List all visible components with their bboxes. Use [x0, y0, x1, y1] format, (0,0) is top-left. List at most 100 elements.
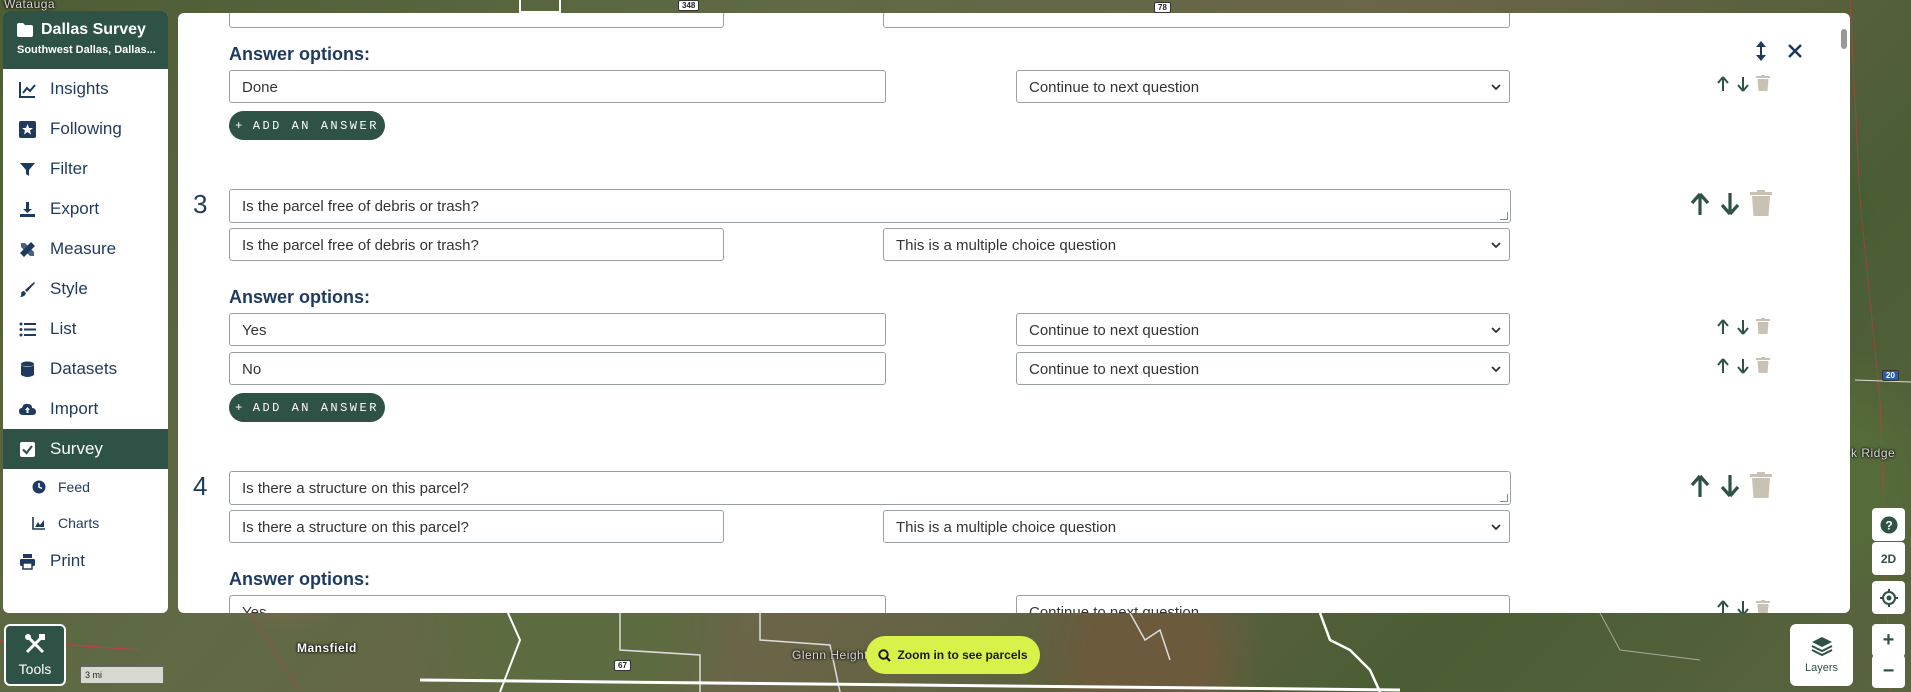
clock-icon [32, 480, 46, 494]
answer-options-heading: Answer options: [229, 287, 371, 307]
database-icon [21, 361, 34, 377]
survey-editor-content[interactable]: Answer options: Done Continue to next qu… [178, 13, 1850, 613]
sidebar-header[interactable]: Dallas Survey Southwest Dallas, Dallas..… [3, 11, 168, 69]
area-chart-icon [32, 517, 45, 530]
view-mode-button[interactable]: 2D [1872, 542, 1905, 575]
map-label-watauga: Watauga [4, 0, 56, 11]
answer-action-select[interactable]: Continue to next question [1016, 313, 1510, 346]
sidebar-item-label: Filter [50, 159, 88, 178]
zoom-in-button[interactable]: + [1872, 624, 1905, 657]
move-question-up-icon[interactable] [1689, 190, 1711, 218]
answer-action-select[interactable]: Continue to next question [1016, 70, 1510, 103]
delete-question-icon[interactable] [1749, 470, 1773, 500]
sidebar-subitem-label: Feed [58, 479, 90, 495]
move-answer-down-icon[interactable] [1736, 356, 1750, 376]
sidebar-item-export[interactable]: Export [3, 189, 168, 229]
chevron-down-icon [1491, 327, 1501, 334]
question-text-value: Is there a structure on this parcel? [242, 480, 469, 497]
tools-icon [25, 634, 45, 654]
map-label-ridge: k Ridge [1851, 446, 1896, 460]
sidebar-item-following[interactable]: Following [3, 109, 168, 149]
sidebar-item-filter[interactable]: Filter [3, 149, 168, 189]
move-question-down-icon[interactable] [1719, 190, 1741, 218]
tools-button[interactable]: Tools [4, 624, 66, 686]
chart-line-icon [19, 81, 36, 98]
locate-button[interactable] [1872, 581, 1905, 614]
route-shield: 78 [1154, 2, 1171, 13]
route-shield: 20 [1882, 370, 1899, 381]
star-icon [19, 120, 36, 138]
chevron-down-icon [1491, 84, 1501, 91]
move-answer-down-icon[interactable] [1736, 317, 1750, 337]
layers-label: Layers [1804, 662, 1839, 674]
sidebar-subitem-feed[interactable]: Feed [3, 469, 168, 505]
answer-text-input[interactable]: Done [229, 70, 886, 103]
delete-answer-icon[interactable] [1755, 73, 1771, 93]
question-text-textarea[interactable]: Is the parcel free of debris or trash? [229, 189, 1511, 223]
answer-text-input[interactable]: No [229, 352, 886, 385]
sidebar-item-style[interactable]: Style [3, 269, 168, 309]
zoom-out-button[interactable]: − [1872, 655, 1905, 688]
move-question-up-icon[interactable] [1689, 472, 1711, 500]
add-answer-label: ADD AN ANSWER [252, 118, 379, 133]
sidebar-item-list[interactable]: List [3, 309, 168, 349]
add-answer-button[interactable]: + ADD AN ANSWER [229, 111, 385, 140]
move-answer-up-icon[interactable] [1716, 74, 1730, 94]
question-text-textarea[interactable]: Is there a structure on this parcel? [229, 471, 1511, 505]
panel-scrollbar[interactable] [1841, 29, 1847, 49]
survey-subtitle: Southwest Dallas, Dallas... [17, 44, 156, 56]
add-answer-button[interactable]: + ADD AN ANSWER [229, 393, 385, 422]
sidebar-item-datasets[interactable]: Datasets [3, 349, 168, 389]
answer-text-input[interactable]: Yes [229, 595, 886, 613]
chevron-down-icon [1491, 524, 1501, 531]
delete-answer-icon[interactable] [1755, 355, 1771, 375]
sidebar-item-label: List [50, 319, 77, 338]
layers-button[interactable]: Layers [1790, 624, 1853, 686]
answer-action-value: Continue to next question [1029, 322, 1200, 339]
move-answer-up-icon[interactable] [1716, 598, 1730, 613]
resize-vertical-icon[interactable] [1751, 39, 1771, 63]
sidebar-item-label: Style [50, 279, 88, 298]
answer-options-heading: Answer options: [229, 569, 371, 589]
answer-text-input[interactable]: Yes [229, 313, 886, 346]
move-question-down-icon[interactable] [1719, 472, 1741, 500]
sidebar-item-label: Measure [50, 239, 117, 258]
sidebar-item-survey[interactable]: Survey [3, 429, 168, 469]
svg-text:?: ? [1885, 518, 1892, 532]
sidebar: Dallas Survey Southwest Dallas, Dallas..… [3, 11, 168, 613]
question-type-select[interactable]: This is a multiple choice question [883, 228, 1510, 261]
delete-question-icon[interactable] [1749, 188, 1773, 218]
zoom-to-see-parcels-button[interactable]: Zoom in to see parcels [866, 636, 1040, 674]
sidebar-item-insights[interactable]: Insights [3, 69, 168, 109]
sidebar-item-label: Datasets [50, 359, 118, 378]
sidebar-item-measure[interactable]: Measure [3, 229, 168, 269]
question-short-text-input[interactable]: Is there a structure on this parcel? [229, 510, 724, 543]
move-answer-down-icon[interactable] [1736, 74, 1750, 94]
crosshair-icon [1879, 588, 1898, 607]
delete-answer-icon[interactable] [1755, 316, 1771, 336]
resize-grip-icon[interactable] [1500, 494, 1508, 502]
move-answer-down-icon[interactable] [1736, 598, 1750, 613]
cloud-upload-icon [19, 403, 36, 415]
question-number: 4 [193, 471, 208, 501]
map-label-glenn-heights: Glenn Heights [792, 648, 875, 662]
close-icon[interactable] [1784, 39, 1806, 63]
resize-grip-icon[interactable] [1500, 212, 1508, 220]
question-short-text-input[interactable]: Is the parcel free of debris or trash? [229, 228, 724, 261]
question-type-select[interactable]: This is a multiple choice question [883, 510, 1510, 543]
question-short-text-input[interactable] [229, 13, 724, 28]
move-answer-up-icon[interactable] [1716, 356, 1730, 376]
sidebar-item-label: Following [50, 119, 122, 138]
route-shield: 348 [678, 0, 700, 11]
question-type-select[interactable] [883, 13, 1510, 28]
sidebar-item-import[interactable]: Import [3, 389, 168, 429]
filter-icon [20, 162, 35, 176]
move-answer-up-icon[interactable] [1716, 317, 1730, 337]
help-button[interactable]: ? [1872, 508, 1905, 541]
sidebar-item-print[interactable]: Print [3, 541, 168, 581]
sidebar-item-label: Export [50, 199, 100, 218]
answer-action-select[interactable]: Continue to next question [1016, 595, 1510, 613]
sidebar-subitem-charts[interactable]: Charts [3, 505, 168, 541]
delete-answer-icon[interactable] [1755, 598, 1771, 613]
answer-action-select[interactable]: Continue to next question [1016, 352, 1510, 385]
